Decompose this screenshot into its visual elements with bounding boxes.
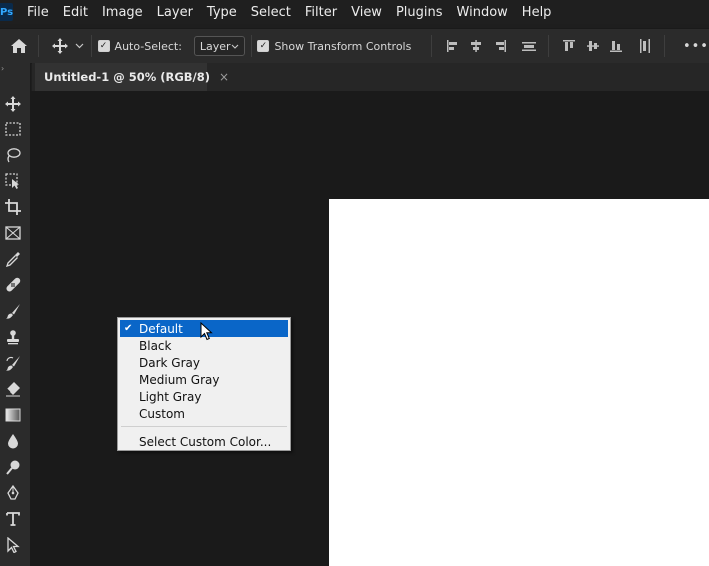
menu-item-label: Select Custom Color...: [139, 434, 272, 449]
gradient-tool-icon[interactable]: [3, 405, 23, 425]
menu-view[interactable]: View: [351, 5, 382, 20]
menu-item-custom[interactable]: Custom: [120, 405, 288, 422]
separator: [664, 35, 665, 57]
eraser-tool-icon[interactable]: [3, 379, 23, 399]
align-right-edges-icon[interactable]: [491, 39, 508, 53]
menu-separator: [121, 426, 287, 427]
separator: [38, 35, 39, 57]
lasso-tool-icon[interactable]: [3, 145, 23, 165]
show-transform-label: Show Transform Controls: [274, 39, 412, 53]
history-brush-tool-icon[interactable]: [3, 353, 23, 373]
panel-collapse-icon[interactable]: ›: [1, 64, 4, 73]
menu-type[interactable]: Type: [207, 5, 237, 20]
menu-select[interactable]: Select: [251, 5, 291, 20]
menu-item-medium-gray[interactable]: Medium Gray: [120, 371, 288, 388]
align-left-edges-icon[interactable]: [444, 39, 461, 53]
menu-edit[interactable]: Edit: [63, 5, 88, 20]
layer-select-value: Layer: [199, 39, 231, 53]
eyedropper-tool-icon[interactable]: [3, 249, 23, 269]
separator: [547, 35, 549, 57]
dodge-tool-icon[interactable]: [3, 457, 23, 477]
blur-tool-icon[interactable]: [3, 431, 23, 451]
brush-tool-icon[interactable]: [3, 301, 23, 321]
document-tab-title: Untitled-1 @ 50% (RGB/8): [44, 70, 211, 84]
path-selection-tool-icon[interactable]: [3, 535, 23, 555]
menu-item-label: Default: [139, 321, 183, 336]
clone-stamp-tool-icon[interactable]: [3, 327, 23, 347]
separator: [90, 35, 92, 57]
menu-file[interactable]: File: [27, 5, 49, 20]
menu-image[interactable]: Image: [102, 5, 143, 20]
mouse-cursor-icon: [200, 321, 214, 346]
menu-item-label: Black: [139, 338, 172, 353]
marquee-tool-icon[interactable]: [3, 119, 23, 139]
menu-window[interactable]: Window: [457, 5, 508, 20]
menu-bar: Ps File Edit Image Layer Type Select Fil…: [0, 0, 709, 24]
tools-panel: ›: [0, 63, 31, 566]
crop-tool-icon[interactable]: [3, 197, 23, 217]
document-tab-bar: Untitled-1 @ 50% (RGB/8) ×: [32, 63, 709, 91]
move-tool-icon[interactable]: [3, 94, 23, 114]
menu-help[interactable]: Help: [522, 5, 552, 20]
auto-select-label: Auto-Select:: [114, 39, 182, 53]
menu-item-label: Light Gray: [139, 389, 202, 404]
chevron-down-icon: [231, 44, 239, 49]
align-vertical-centers-icon[interactable]: [584, 39, 601, 53]
distribute-icon[interactable]: [520, 39, 537, 53]
frame-tool-icon[interactable]: [3, 223, 23, 243]
auto-select-option[interactable]: ✓ Auto-Select:: [97, 39, 182, 53]
separator: [250, 35, 252, 57]
show-transform-checkbox[interactable]: ✓: [257, 40, 270, 52]
menu-item-select-custom-color[interactable]: Select Custom Color...: [120, 433, 288, 450]
menu-item-light-gray[interactable]: Light Gray: [120, 388, 288, 405]
align-top-edges-icon[interactable]: [561, 39, 578, 53]
checkmark-icon: ✔: [124, 323, 133, 334]
auto-select-target-dropdown[interactable]: Layer: [193, 36, 245, 56]
menu-plugins[interactable]: Plugins: [396, 5, 443, 20]
show-transform-option[interactable]: ✓ Show Transform Controls: [257, 40, 411, 53]
move-tool-icon[interactable]: [51, 36, 68, 56]
more-options-icon[interactable]: •••: [683, 39, 709, 54]
menu-item-dark-gray[interactable]: Dark Gray: [120, 354, 288, 371]
healing-brush-tool-icon[interactable]: [3, 275, 23, 295]
options-bar: ✓ Auto-Select: Layer ✓ Show Transform Co…: [0, 28, 709, 64]
menu-item-label: Medium Gray: [139, 372, 220, 387]
close-icon[interactable]: ×: [219, 70, 229, 84]
align-horizontal-centers-icon[interactable]: [468, 39, 485, 53]
menu-filter[interactable]: Filter: [305, 5, 337, 20]
separator: [431, 35, 433, 57]
menu-item-label: Dark Gray: [139, 355, 200, 370]
auto-select-checkbox[interactable]: ✓: [97, 40, 110, 52]
document-tab[interactable]: Untitled-1 @ 50% (RGB/8) ×: [35, 63, 229, 91]
photoshop-logo[interactable]: Ps: [0, 3, 13, 21]
home-icon[interactable]: [10, 36, 28, 56]
document-canvas[interactable]: [329, 199, 709, 566]
pen-tool-icon[interactable]: [3, 483, 23, 503]
chevron-down-icon[interactable]: [74, 43, 84, 49]
type-tool-icon[interactable]: [3, 509, 23, 529]
distribute-vertical-icon[interactable]: [637, 38, 654, 54]
menu-item-label: Custom: [139, 406, 185, 421]
align-bottom-edges-icon[interactable]: [607, 39, 624, 53]
menu-layer[interactable]: Layer: [157, 5, 193, 20]
object-selection-tool-icon[interactable]: [3, 171, 23, 191]
